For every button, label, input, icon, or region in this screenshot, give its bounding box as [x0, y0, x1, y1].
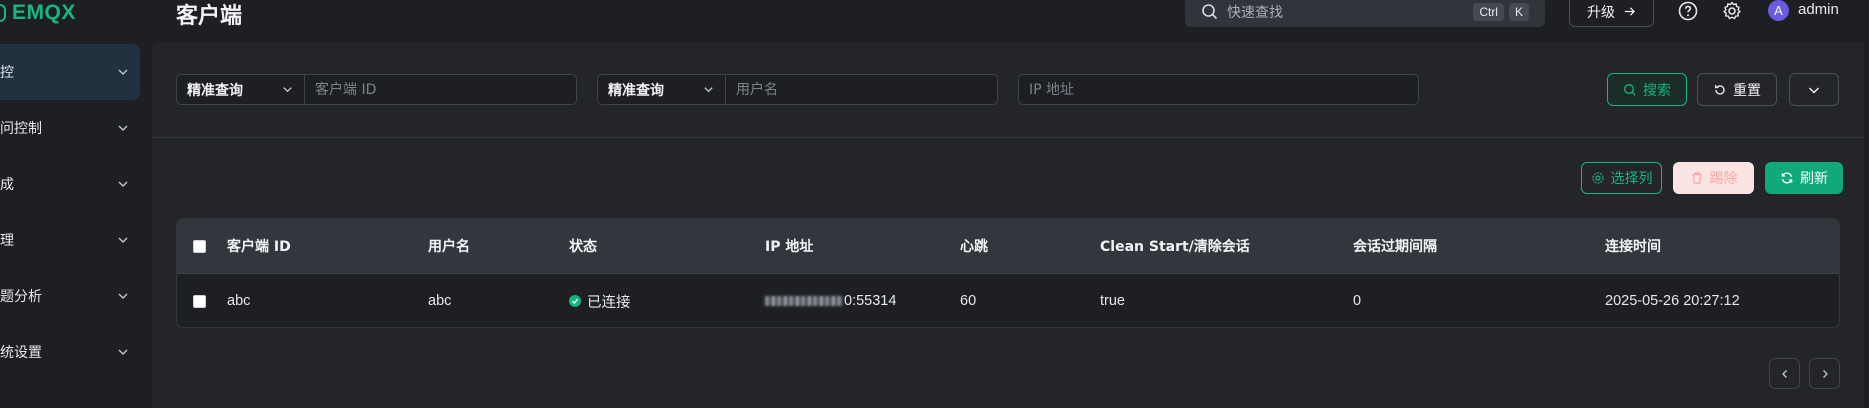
status-label: 已连接: [587, 294, 631, 311]
search-button[interactable]: 搜索: [1607, 73, 1687, 106]
chevron-right-icon: [1822, 369, 1828, 378]
ip-redacted: [765, 296, 843, 306]
username[interactable]: admin: [1798, 1, 1839, 18]
chevron-down-icon: [116, 289, 130, 303]
select-all-cell: [193, 219, 206, 273]
username-input[interactable]: [726, 75, 997, 104]
next-page-button[interactable]: [1809, 358, 1840, 389]
kick-label: 踢除: [1709, 171, 1738, 187]
select-all-checkbox[interactable]: [193, 239, 206, 253]
brand-logo: EMQX: [0, 0, 76, 26]
clients-table: 客户端 ID 用户名 状态 IP 地址 心跳 Clean Start/清除会话 …: [176, 218, 1840, 328]
arrow-right-icon: [1624, 7, 1635, 16]
expiry-cell: 0: [1353, 293, 1362, 309]
search-icon: [1201, 3, 1219, 21]
username-match-mode: 精准查询: [608, 82, 664, 99]
column-header-keepalive[interactable]: 心跳: [960, 219, 988, 273]
select-columns-label: 选择列: [1610, 171, 1653, 187]
upgrade-button[interactable]: 升级: [1569, 0, 1654, 27]
client-id-link[interactable]: abc: [227, 274, 250, 327]
client-id-filter: 精准查询: [176, 74, 577, 105]
chevron-down-icon: [116, 345, 130, 359]
sidebar: EMQX 控 问控制 成 理 题分析 统设置: [0, 0, 152, 408]
table-row: abc abc 已连接 0:55314 60 true 0 2025-05-26…: [177, 274, 1839, 327]
clean-start-cell: true: [1100, 293, 1125, 309]
column-header-status[interactable]: 状态: [569, 219, 597, 273]
column-header-ip[interactable]: IP 地址: [765, 219, 813, 273]
chevron-down-icon: [116, 177, 130, 191]
search-icon: [1624, 83, 1636, 96]
page-title: 客户端: [176, 4, 243, 29]
sidebar-item-management[interactable]: 理: [0, 212, 140, 268]
reset-icon: [1714, 84, 1725, 95]
keepalive-cell: 60: [960, 293, 977, 309]
client-id-match-select[interactable]: 精准查询: [177, 75, 305, 104]
upgrade-label: 升级: [1587, 4, 1615, 21]
status-badge: 已连接: [569, 274, 631, 327]
main-panel: 精准查询 精准查询 搜索 重置 选择列 踢除 刷新: [152, 42, 1864, 408]
username-cell: abc: [428, 293, 452, 309]
help-icon[interactable]: [1677, 0, 1699, 22]
expand-filters-button[interactable]: [1789, 73, 1839, 106]
kick-button[interactable]: 踢除: [1673, 162, 1754, 194]
chevron-down-icon: [1809, 87, 1819, 93]
quick-search-placeholder: 快速查找: [1227, 4, 1283, 21]
select-columns-button[interactable]: 选择列: [1581, 162, 1662, 194]
column-header-connected-at[interactable]: 连接时间: [1605, 219, 1661, 273]
shortcut-key-ctrl: Ctrl: [1473, 2, 1504, 21]
column-header-username[interactable]: 用户名: [428, 219, 470, 273]
search-label: 搜索: [1643, 82, 1671, 99]
avatar[interactable]: A: [1768, 0, 1789, 21]
ip-port: 0:55314: [844, 293, 897, 309]
column-header-expiry[interactable]: 会话过期间隔: [1353, 219, 1437, 273]
sidebar-item-label: 成: [0, 177, 14, 193]
check-circle-icon: [569, 295, 581, 307]
sidebar-item-system-settings[interactable]: 统设置: [0, 324, 140, 380]
chevron-down-icon: [116, 121, 130, 135]
column-header-clean-start[interactable]: Clean Start/清除会话: [1100, 219, 1250, 273]
row-select-cell: [193, 274, 206, 327]
divider: [152, 137, 1864, 138]
chevron-down-icon: [281, 83, 294, 96]
table-header: 客户端 ID 用户名 状态 IP 地址 心跳 Clean Start/清除会话 …: [177, 219, 1839, 274]
chevron-down-icon: [702, 83, 715, 96]
sidebar-item-label: 题分析: [0, 289, 42, 305]
sidebar-item-topic-analysis[interactable]: 题分析: [0, 268, 140, 324]
prev-page-button[interactable]: [1769, 358, 1800, 389]
sidebar-item-label: 问控制: [0, 121, 42, 137]
client-id-match-mode: 精准查询: [187, 82, 243, 99]
gear-icon: [1591, 172, 1604, 184]
chevron-down-icon: [116, 233, 130, 247]
gear-icon[interactable]: [1721, 0, 1743, 22]
quick-search-bar[interactable]: 快速查找 Ctrl K: [1185, 0, 1545, 27]
column-header-client-id[interactable]: 客户端 ID: [227, 219, 291, 273]
chevron-down-icon: [116, 65, 130, 79]
refresh-label: 刷新: [1800, 171, 1828, 187]
refresh-icon: [1781, 172, 1793, 184]
chevron-left-icon: [1781, 369, 1787, 378]
reset-button[interactable]: 重置: [1697, 73, 1777, 106]
brand-name: EMQX: [12, 1, 76, 24]
sidebar-item-label: 控: [0, 65, 14, 81]
reset-label: 重置: [1733, 82, 1761, 99]
client-id-input[interactable]: [305, 75, 576, 104]
connected-at-cell: 2025-05-26 20:27:12: [1605, 293, 1740, 309]
sidebar-item-integration[interactable]: 成: [0, 156, 140, 212]
ip-address-input[interactable]: [1018, 74, 1419, 105]
row-checkbox[interactable]: [193, 294, 206, 308]
sidebar-item-access-control[interactable]: 问控制: [0, 100, 140, 156]
sidebar-item-monitor[interactable]: 控: [0, 44, 140, 100]
sidebar-item-label: 统设置: [0, 345, 42, 361]
refresh-button[interactable]: 刷新: [1765, 162, 1843, 194]
shortcut-key-k: K: [1508, 2, 1529, 21]
emqx-logo-icon: [0, 4, 6, 22]
ip-cell: 0:55314: [765, 274, 897, 327]
trash-icon: [1692, 172, 1701, 184]
username-filter: 精准查询: [597, 74, 998, 105]
username-match-select[interactable]: 精准查询: [598, 75, 726, 104]
sidebar-item-label: 理: [0, 233, 14, 249]
